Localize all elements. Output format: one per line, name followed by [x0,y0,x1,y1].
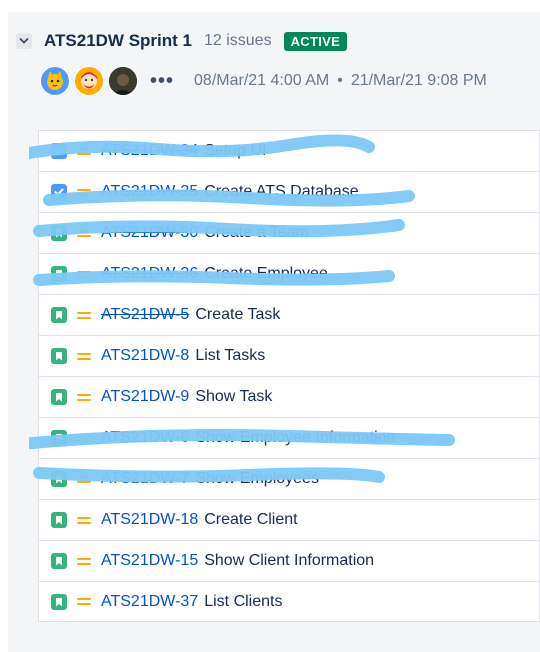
issue-summary: Create Client [204,511,298,528]
story-bookmark-icon [51,389,67,405]
story-bookmark-icon [51,225,67,241]
sprint-title: ATS21DW Sprint 1 [44,31,192,50]
story-bookmark-icon [51,553,67,569]
issue-key[interactable]: ATS21DW-18 [101,511,198,529]
sprint-header: ATS21DW Sprint 1 12 issues ACTIVE [16,30,348,52]
priority-medium-icon [77,309,91,322]
priority-medium-icon [77,350,91,363]
issue-key[interactable]: ATS21DW-15 [101,552,198,570]
issue-row[interactable]: ATS21DW-5 Create Task [38,294,540,335]
issue-key[interactable]: ATS21DW-30 [101,224,198,242]
issue-row[interactable]: ATS21DW-7 Show Employees [33,458,540,499]
issue-row[interactable]: ATS21DW-8 List Tasks [38,335,540,376]
issue-row[interactable]: ATS21DW-15 Show Client Information [38,540,540,581]
issue-row[interactable]: ATS21DW-35 Create ATS Database [38,171,540,212]
story-bookmark-icon [51,430,67,446]
issue-row[interactable]: ATS21DW-18 Create Client [38,499,540,540]
sprint-meta: ••• 08/Mar/21 4:00 AM • 21/Mar/21 9:08 PM [40,66,487,96]
issue-summary: Setup UI [204,142,267,159]
sprint-end-date: 21/Mar/21 9:08 PM [350,72,487,89]
more-options-icon[interactable]: ••• [150,71,174,91]
priority-medium-icon [77,145,91,158]
sprint-start-date: 08/Mar/21 4:00 AM [194,72,330,89]
priority-medium-icon [77,555,91,568]
date-separator: • [337,72,343,89]
priority-medium-icon [77,432,91,445]
issue-summary: Create a Team [204,224,309,241]
story-bookmark-icon [51,471,67,487]
issue-key[interactable]: ATS21DW-7 [101,470,189,488]
issue-summary: Show Client Information [204,552,375,569]
issue-key[interactable]: ATS21DW-37 [101,593,198,611]
issue-key[interactable]: ATS21DW-35 [101,183,198,201]
issue-row[interactable]: ATS21DW-6 Show Employee Information [29,417,540,458]
story-bookmark-icon [51,348,67,364]
story-bookmark-icon [51,266,67,282]
issue-summary: Show Employees [195,470,319,487]
issue-summary: Create Employee [204,265,328,282]
cat-avatar-icon [47,71,63,90]
issue-summary: Show Employee Information [195,429,396,446]
avatar[interactable] [108,66,138,96]
avatar[interactable] [74,66,104,96]
issue-key[interactable]: ATS21DW-36 [101,265,198,283]
chevron-down-icon[interactable] [16,33,32,49]
story-bookmark-icon [51,512,67,528]
issue-row[interactable]: ATS21DW-36 Create Employee [33,253,540,294]
priority-medium-icon [77,391,91,404]
issue-summary: Create ATS Database [204,183,359,200]
issue-list: ATS21DW-34 Setup UI ATS21DW-35 Create ATS D… [29,130,540,622]
story-bookmark-icon [51,593,67,610]
issue-row[interactable]: ATS21DW-34 Setup UI [29,130,540,171]
priority-medium-icon [77,595,91,608]
photo-avatar-icon [109,67,137,95]
issue-row[interactable]: ATS21DW-37 List Clients [38,581,540,622]
priority-medium-icon [77,268,91,281]
issue-row[interactable]: ATS21DW-9 Show Task [38,376,540,417]
issue-summary: List Tasks [195,347,266,364]
issue-summary: Show Task [195,388,273,405]
issue-key[interactable]: ATS21DW-5 [101,306,189,324]
priority-medium-icon [77,473,91,486]
issue-key[interactable]: ATS21DW-34 [101,142,198,160]
avatar[interactable] [40,66,70,96]
sprint-dates: 08/Mar/21 4:00 AM • 21/Mar/21 9:08 PM [194,72,487,90]
status-badge: ACTIVE [283,31,348,51]
priority-medium-icon [77,514,91,527]
issue-key[interactable]: ATS21DW-6 [101,429,189,447]
issue-summary: Create Task [195,306,281,323]
issue-key[interactable]: ATS21DW-9 [101,388,189,406]
task-checkbox-icon [51,143,67,159]
priority-medium-icon [77,227,91,240]
priority-medium-icon [77,186,91,199]
issue-row[interactable]: ATS21DW-30 Create a Team [33,212,540,253]
story-bookmark-icon [51,307,67,323]
issue-count: 12 issues [203,32,272,49]
issue-key[interactable]: ATS21DW-8 [101,347,189,365]
issue-summary: List Clients [204,592,283,610]
person-avatar-icon [81,72,97,89]
task-checkbox-icon [51,184,67,200]
